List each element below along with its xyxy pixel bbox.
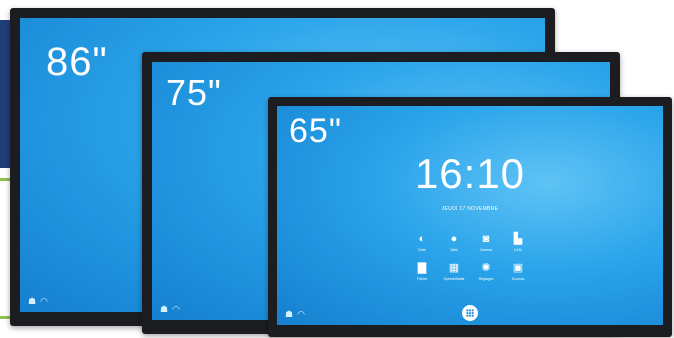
date: JEUDI 17 NOVEMBRE <box>441 206 499 212</box>
status-icons: ☗ ◠ <box>28 297 48 306</box>
grid-icon <box>466 309 474 317</box>
app-fichier[interactable]: ▇ Fichier <box>406 261 438 281</box>
sources-icon: ▣ <box>512 261 524 274</box>
app-reglages[interactable]: ✺ Réglages <box>470 261 502 281</box>
app-label: Sources <box>511 277 525 281</box>
robot-icon: ▙ <box>513 232 523 245</box>
chart-icon: ▦ <box>448 261 460 274</box>
gear-icon: ✺ <box>481 261 491 274</box>
clock: 16:10 <box>414 150 526 197</box>
app-label: Fichier <box>416 277 428 281</box>
globe-icon: ● <box>450 232 458 245</box>
app-label: Réglages <box>478 277 494 281</box>
app-label: ULM <box>514 248 522 252</box>
network-icon: ☗ <box>285 309 294 319</box>
app-camera[interactable]: ◙ Caméra <box>470 232 502 252</box>
app-label: Web <box>450 248 458 252</box>
bezel-bottom <box>268 325 672 337</box>
app-label: Note <box>418 248 426 252</box>
app-grid: ◐ Note ● Web ◙ Caméra ▙ ULM ▇ Fichier ▦ … <box>406 232 534 281</box>
display-65-screen: 65" 16:10 JEUDI 17 NOVEMBRE ◐ Note ● Web… <box>277 106 663 325</box>
status-icons: ☗ ◠ <box>285 310 305 319</box>
size-label-75: 75" <box>166 72 222 113</box>
app-label: Speechifiable <box>443 277 465 281</box>
app-speechifiable[interactable]: ▦ Speechifiable <box>438 261 470 281</box>
size-label-65: 65" <box>289 112 342 150</box>
app-note[interactable]: ◐ Note <box>406 232 438 252</box>
app-label: Caméra <box>479 248 493 252</box>
wifi-icon: ◠ <box>297 309 305 319</box>
app-ulm[interactable]: ▙ ULM <box>502 232 534 252</box>
network-icon: ☗ <box>160 304 169 314</box>
wifi-icon: ◠ <box>40 296 48 306</box>
size-label-86: 86" <box>46 40 108 84</box>
app-sources[interactable]: ▣ Sources <box>502 261 534 281</box>
status-icons: ☗ ◠ <box>160 305 180 314</box>
note-icon: ◐ <box>418 232 426 245</box>
app-drawer-button[interactable] <box>462 305 478 321</box>
folder-icon: ▇ <box>417 261 427 274</box>
app-web[interactable]: ● Web <box>438 232 470 252</box>
display-65: 65" 16:10 JEUDI 17 NOVEMBRE ◐ Note ● Web… <box>268 97 672 337</box>
camera-icon: ◙ <box>482 232 490 245</box>
wifi-icon: ◠ <box>172 304 180 314</box>
network-icon: ☗ <box>28 296 37 306</box>
